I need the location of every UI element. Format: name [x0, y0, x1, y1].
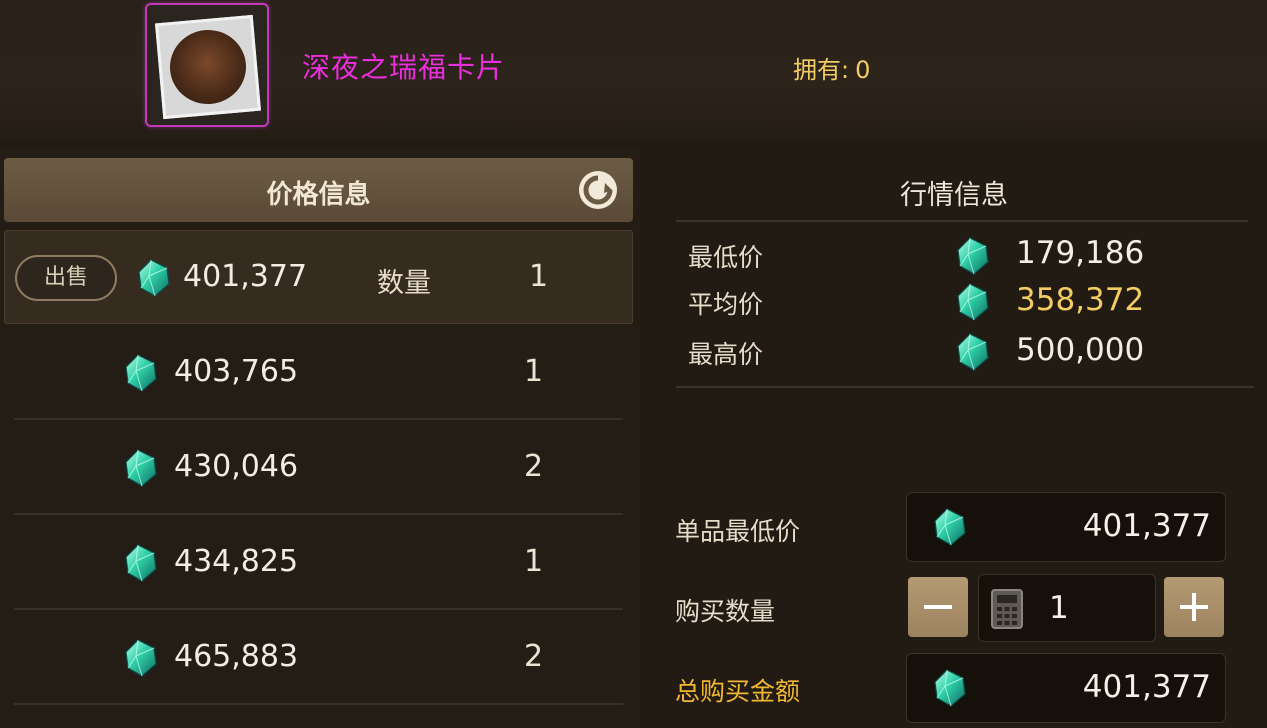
- refresh-icon[interactable]: [577, 169, 619, 211]
- row-divider: [14, 418, 623, 420]
- unit-min-price-value: 401,377: [1082, 508, 1211, 544]
- plus-button[interactable]: [1164, 577, 1224, 637]
- price-panel-title: 价格信息: [266, 180, 371, 210]
- owned-count: 拥有: 0: [793, 50, 870, 85]
- gem-icon: [124, 638, 158, 678]
- listing-qty: 1: [524, 544, 544, 579]
- item-header: 深夜之瑞福卡片 拥有: 0: [0, 0, 1267, 140]
- listing-row[interactable]: 434,825 1: [4, 516, 633, 610]
- item-name: 深夜之瑞福卡片: [302, 51, 506, 84]
- total-amount-value: 401,377: [1082, 669, 1211, 705]
- avg-price-value: 358,372: [1016, 282, 1145, 318]
- min-price-label: 最低价: [688, 243, 764, 272]
- listing-qty: 2: [524, 639, 544, 674]
- gem-icon: [124, 448, 158, 488]
- market-divider-bottom: [676, 386, 1254, 388]
- card-frame: [155, 14, 261, 120]
- listing-row[interactable]: 465,883 2: [4, 611, 633, 705]
- minus-icon: [924, 605, 952, 609]
- calculator-icon[interactable]: [991, 589, 1023, 629]
- listing-qty: 1: [529, 259, 549, 294]
- owned-value: 0: [855, 56, 871, 84]
- listing-price: 430,046: [174, 449, 299, 484]
- price-panel-header: 价格信息: [4, 158, 633, 222]
- sell-button[interactable]: 出售: [15, 255, 117, 301]
- gem-icon: [933, 507, 967, 547]
- avg-price-label: 平均价: [688, 290, 764, 319]
- gem-icon: [124, 543, 158, 583]
- min-price-value: 179,186: [1016, 235, 1145, 271]
- gem-icon: [933, 668, 967, 708]
- market-panel-title: 行情信息: [900, 180, 1008, 211]
- total-amount-label: 总购买金额: [675, 677, 801, 706]
- listing-qty: 2: [524, 449, 544, 484]
- listing-row[interactable]: 出售 401,377 数量 1: [4, 230, 633, 324]
- plus-icon: [1192, 593, 1196, 621]
- listing-row[interactable]: 430,046 2: [4, 421, 633, 515]
- quantity-input[interactable]: 1: [978, 574, 1156, 642]
- quantity-value: 1: [1049, 590, 1069, 626]
- minus-button[interactable]: [908, 577, 968, 637]
- item-card-icon[interactable]: [145, 3, 269, 127]
- listing-price: 403,765: [174, 354, 299, 389]
- price-panel: 价格信息 出售 401,377 数量 1 403,765 1 430,046 2…: [0, 148, 640, 728]
- gem-icon: [137, 258, 171, 298]
- owned-label: 拥有:: [793, 56, 850, 84]
- max-price-label: 最高价: [688, 340, 764, 369]
- unit-min-price-field: 401,377: [906, 492, 1226, 562]
- listing-row[interactable]: 403,765 1: [4, 326, 633, 420]
- listing-price: 434,825: [174, 544, 299, 579]
- purchase-qty-label: 购买数量: [675, 597, 776, 626]
- listing-price: 465,883: [174, 639, 299, 674]
- max-price-value: 500,000: [1016, 332, 1145, 368]
- unit-min-price-label: 单品最低价: [675, 517, 801, 546]
- listing-qty: 1: [524, 354, 544, 389]
- row-divider: [14, 513, 623, 515]
- gem-icon: [956, 282, 990, 322]
- row-divider: [14, 703, 623, 705]
- row-divider: [14, 608, 623, 610]
- total-amount-field: 401,377: [906, 653, 1226, 723]
- gem-icon: [956, 236, 990, 276]
- gem-icon: [124, 353, 158, 393]
- quantity-label: 数量: [377, 268, 431, 299]
- gem-icon: [956, 332, 990, 372]
- card-art: [166, 26, 250, 108]
- market-divider-top: [676, 220, 1248, 222]
- listing-price: 401,377: [183, 259, 308, 294]
